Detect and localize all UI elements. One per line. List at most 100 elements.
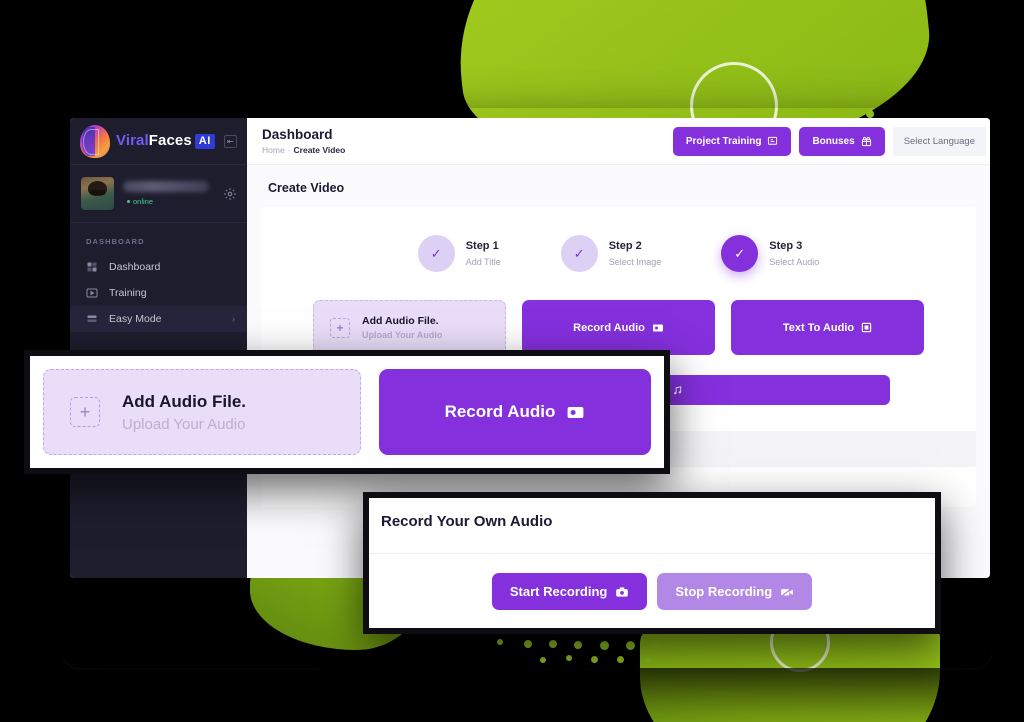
music-note-icon	[673, 385, 682, 394]
breadcrumb-separator: -	[287, 145, 291, 156]
record-camera-icon	[616, 586, 629, 597]
brand-ai-badge: AI	[194, 133, 215, 149]
breadcrumb-current: Create Video	[293, 145, 346, 156]
deco-dot	[497, 639, 503, 645]
title-block: Dashboard Home - Create Video	[262, 127, 665, 156]
deco-dot	[549, 640, 557, 648]
callout-add-audio-file-subtitle: Upload Your Audio	[122, 415, 246, 433]
callout-record-audio-label: Record Audio	[444, 402, 556, 421]
status-badge: online	[123, 197, 214, 206]
audio-source-actions: + Add Audio File. Upload Your Audio Reco…	[261, 300, 976, 355]
check-icon: ✓	[417, 235, 455, 272]
record-audio-label: Record Audio	[573, 321, 645, 334]
breadcrumb: Home - Create Video	[262, 145, 665, 155]
layers-icon	[87, 315, 97, 322]
select-language-dropdown[interactable]: Select Language	[892, 126, 986, 156]
deco-dot	[866, 110, 874, 118]
plus-icon: +	[330, 317, 350, 338]
bonuses-label: Bonuses	[812, 135, 855, 147]
step-subtitle: Select Audio	[769, 256, 820, 267]
project-training-label: Project Training	[685, 135, 762, 147]
deco-dot	[652, 641, 660, 649]
gear-icon[interactable]	[223, 187, 237, 201]
collapse-sidebar-icon[interactable]: ⇤	[223, 134, 237, 148]
profile-meta: online	[123, 181, 214, 206]
video-lesson-icon	[86, 288, 98, 298]
deco-dot	[591, 656, 598, 663]
record-modal-title: Record Your Own Audio	[381, 513, 553, 530]
add-audio-file-subtitle: Upload Your Audio	[362, 330, 443, 341]
sidebar-section-label: DASHBOARD	[86, 237, 145, 246]
brand-name-part2: Faces	[148, 131, 192, 149]
start-recording-label: Start Recording	[509, 584, 608, 599]
step-subtitle: Add Title	[465, 256, 501, 267]
deco-dot	[524, 640, 532, 648]
microphone-screen-icon	[567, 406, 584, 418]
deco-dot	[626, 641, 635, 650]
check-icon: ✓	[560, 235, 598, 272]
sidebar-item-easy-mode[interactable]: Easy Mode ›	[70, 306, 247, 332]
sidebar-item-label: Dashboard	[109, 261, 161, 273]
step-3-text: Step 3 Select Audio	[769, 240, 819, 266]
deco-dot	[574, 641, 582, 649]
gift-icon	[861, 136, 871, 146]
record-audio-button[interactable]: Record Audio	[522, 300, 715, 355]
callout-add-audio-file-button[interactable]: + Add Audio File. Upload Your Audio	[43, 369, 361, 455]
callout-record-audio-button[interactable]: Record Audio	[379, 369, 651, 455]
text-to-audio-button[interactable]: Text To Audio	[731, 300, 924, 355]
screenshot-stage: ViralFaces AI ⇤ online DASHBOARD Dashboa…	[0, 0, 1024, 722]
select-language-label: Select Language	[903, 135, 975, 147]
brand-wordmark: ViralFaces AI	[116, 133, 215, 150]
grid-icon	[87, 262, 97, 272]
sidebar: ViralFaces AI ⇤ online DASHBOARD Dashboa…	[70, 118, 247, 578]
username-redacted	[123, 181, 209, 192]
avatar	[81, 177, 114, 210]
callout-record-modal: Record Your Own Audio Start Recording St…	[363, 492, 941, 634]
step-title: Step 2	[608, 240, 642, 253]
callout-audio-buttons: + Add Audio File. Upload Your Audio Reco…	[24, 350, 670, 474]
text-to-audio-label: Text To Audio	[782, 321, 855, 334]
breadcrumb-home[interactable]: Home	[262, 145, 285, 155]
record-modal-actions: Start Recording Stop Recording	[369, 573, 935, 610]
deco-dot	[600, 641, 609, 650]
step-title: Step 1	[465, 240, 499, 253]
viralfaces-mask-icon	[80, 124, 110, 158]
step-1[interactable]: ✓ Step 1 Add Title	[417, 235, 501, 272]
add-audio-file-text: Add Audio File. Upload Your Audio	[362, 315, 442, 340]
sidebar-item-training[interactable]: Training	[70, 280, 247, 306]
step-2-text: Step 2 Select Image	[609, 240, 662, 266]
create-video-heading: Create Video	[268, 181, 345, 195]
add-audio-file-button[interactable]: + Add Audio File. Upload Your Audio	[313, 300, 506, 355]
sidebar-item-dashboard[interactable]: Dashboard	[70, 254, 247, 280]
callout-audio-row: + Add Audio File. Upload Your Audio Reco…	[43, 369, 651, 455]
step-2[interactable]: ✓ Step 2 Select Image	[560, 235, 662, 272]
brand-name-part1: Viral	[116, 131, 149, 149]
stop-camera-icon	[781, 586, 793, 597]
step-1-text: Step 1 Add Title	[466, 240, 501, 266]
brand-logo[interactable]: ViralFaces AI ⇤	[70, 118, 247, 165]
callout-add-audio-file-text: Add Audio File. Upload Your Audio	[122, 391, 246, 432]
bonuses-button[interactable]: Bonuses	[799, 126, 885, 156]
deco-dot	[540, 657, 546, 663]
microphone-screen-icon	[652, 324, 663, 331]
user-profile[interactable]: online	[70, 165, 247, 223]
deco-dot	[566, 655, 572, 661]
status-label: online	[133, 197, 154, 206]
step-3[interactable]: ✓ Step 3 Select Audio	[721, 235, 819, 272]
step-subtitle: Select Image	[608, 256, 662, 267]
stop-recording-button[interactable]: Stop Recording	[657, 573, 813, 610]
topbar: Dashboard Home - Create Video Project Trai…	[247, 118, 990, 165]
check-icon: ✓	[721, 235, 759, 272]
deco-dot	[848, 90, 857, 99]
online-dot-icon	[127, 200, 130, 203]
stepper: ✓ Step 1 Add Title ✓ Step 2 Select Image	[261, 235, 976, 272]
modal-divider	[369, 553, 935, 554]
chevron-right-icon: ›	[232, 314, 235, 324]
deco-dot	[617, 656, 624, 663]
plus-icon: +	[70, 397, 100, 427]
deco-dot	[644, 657, 650, 663]
start-recording-button[interactable]: Start Recording	[491, 573, 648, 610]
stop-recording-label: Stop Recording	[675, 584, 773, 599]
project-training-button[interactable]: Project Training	[672, 126, 792, 156]
sidebar-item-label: Easy Mode	[109, 313, 162, 325]
